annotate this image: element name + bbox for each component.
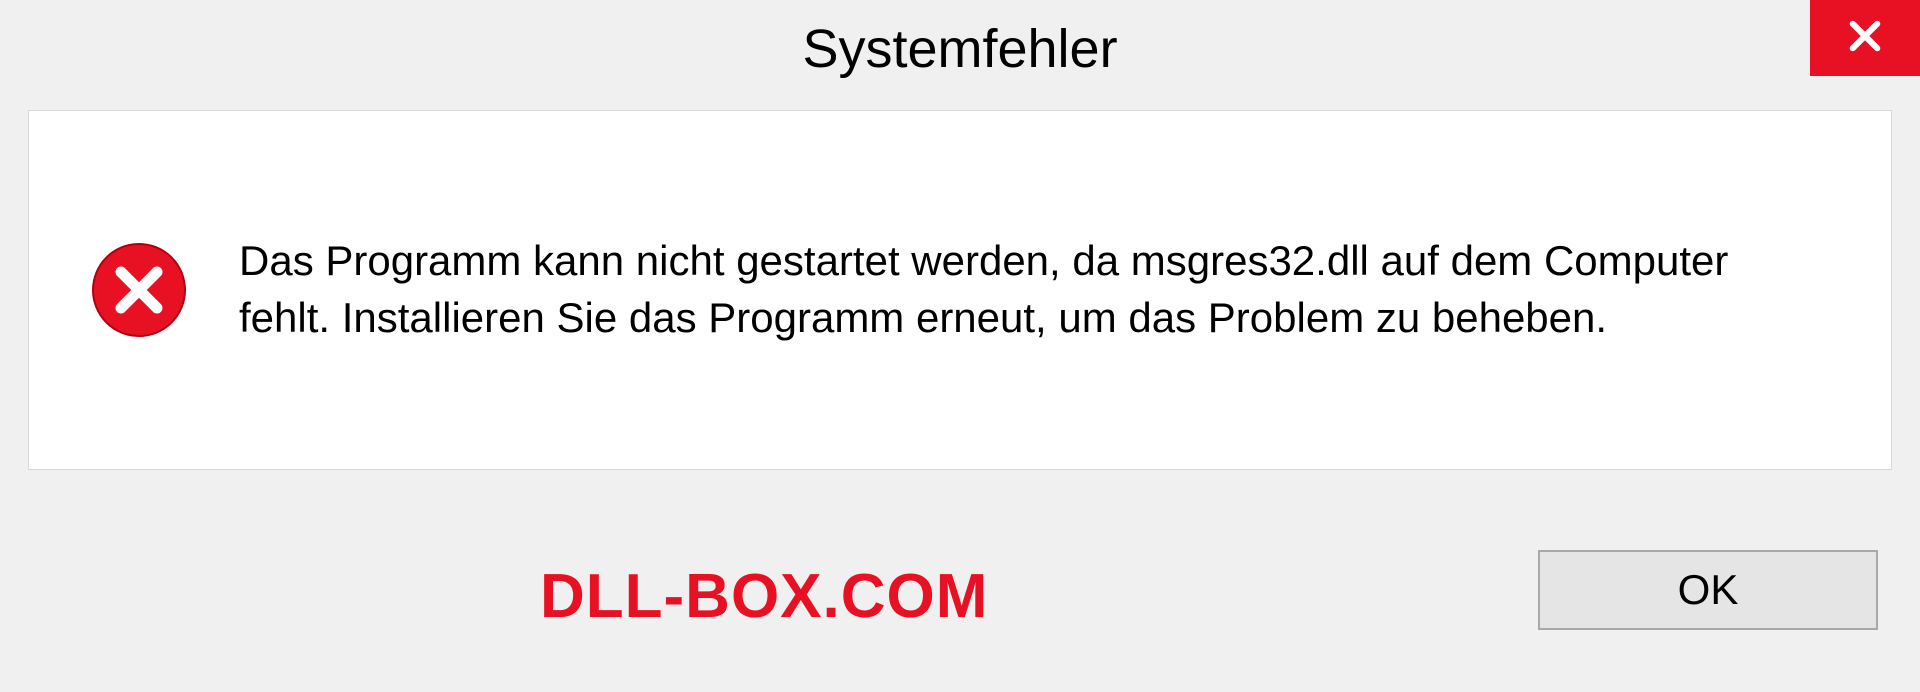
error-content-panel: Das Programm kann nicht gestartet werden… [28, 110, 1892, 470]
watermark-text: DLL-BOX.COM [540, 561, 988, 632]
error-icon [89, 240, 189, 340]
ok-button[interactable]: OK [1538, 550, 1878, 630]
close-button[interactable] [1810, 0, 1920, 76]
close-icon [1844, 15, 1886, 62]
error-message-text: Das Programm kann nicht gestartet werden… [239, 233, 1831, 346]
dialog-title: Systemfehler [802, 18, 1117, 80]
